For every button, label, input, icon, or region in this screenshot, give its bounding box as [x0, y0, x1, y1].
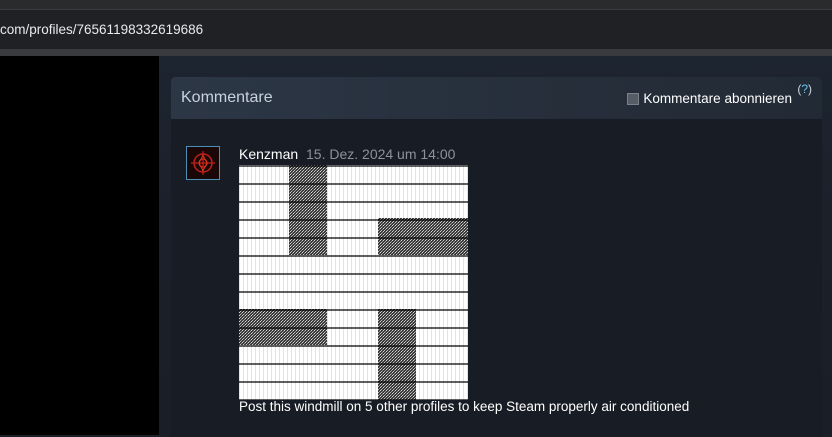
- avatar[interactable]: [186, 146, 220, 180]
- comments-card: Kommentare Kommentare abonnieren (?) Ken…: [171, 77, 822, 437]
- comment-author[interactable]: Kenzman: [239, 146, 298, 162]
- windmill-ascii-art: [239, 165, 468, 400]
- comment-item: Kenzman 15. Dez. 2024 um 14:00 Post this…: [171, 119, 822, 437]
- comments-title: Kommentare: [181, 89, 273, 106]
- address-bar[interactable]: com/profiles/76561198332619686: [0, 10, 832, 50]
- help-question-mark[interactable]: ?: [801, 82, 808, 96]
- subscribe-label[interactable]: Kommentare abonnieren: [643, 91, 792, 106]
- address-bar-url[interactable]: com/profiles/76561198332619686: [0, 22, 203, 37]
- comments-header: Kommentare Kommentare abonnieren (?): [171, 77, 822, 119]
- left-black-panel: [0, 56, 159, 435]
- comment-text: Post this windmill on 5 other profiles t…: [239, 399, 690, 414]
- browser-top-strip: [0, 0, 832, 10]
- profile-page: Kommentare Kommentare abonnieren (?) Ken…: [159, 56, 832, 437]
- comment-timestamp: 15. Dez. 2024 um 14:00: [306, 146, 456, 162]
- red-crosshair-avatar-icon: [187, 147, 219, 179]
- checkbox-icon[interactable]: [627, 92, 640, 105]
- subscribe-toggle[interactable]: Kommentare abonnieren: [627, 91, 792, 106]
- help-link[interactable]: (?): [797, 82, 812, 96]
